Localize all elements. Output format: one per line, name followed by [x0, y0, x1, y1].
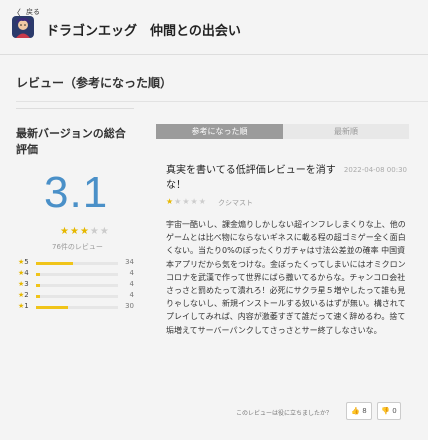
helpful-no-button[interactable]: 👎 0	[377, 402, 401, 420]
distribution-stars-value: 3	[24, 280, 29, 288]
distribution-bar-fill	[36, 284, 41, 287]
review-body: 宇宙一酷いし、課金煽りしかしない超インフレしまくりな上、他のゲームとは比べ物にな…	[166, 220, 406, 335]
distribution-count: 30	[125, 302, 134, 310]
distribution-label: ★3	[18, 280, 29, 288]
distribution-bar-track	[36, 295, 118, 298]
review-title: 真実を書いてる低評価レビューを消すな！	[166, 165, 336, 191]
review-count: 76件のレビュー	[52, 243, 103, 251]
thumbs-down-icon: 👎	[381, 407, 390, 415]
distribution-bar-track	[36, 273, 118, 276]
star-filled-icon: ★	[60, 226, 70, 237]
review-stars: ★★★★★	[166, 197, 207, 206]
section-divider	[16, 101, 428, 102]
average-score: 3.1	[44, 168, 109, 217]
distribution-bar-fill	[36, 273, 41, 276]
distribution-bar-track	[36, 306, 118, 309]
distribution-row: ★3 4	[16, 280, 134, 291]
distribution-count: 34	[125, 258, 134, 266]
distribution-bar-fill	[36, 295, 41, 298]
distribution-row: ★1 30	[16, 302, 134, 313]
helpful-yes-count: 8	[362, 407, 367, 415]
distribution-label: ★1	[18, 302, 29, 310]
distribution-stars-value: 4	[24, 269, 29, 277]
star-filled-icon: ★	[69, 226, 80, 237]
tab-latest[interactable]: 最新順	[283, 124, 409, 139]
distribution-count: 4	[129, 280, 134, 288]
section-title: レビュー（参考になった順）	[16, 76, 173, 90]
distribution-label: ★2	[18, 291, 29, 299]
average-stars: ★★★★★	[60, 226, 110, 237]
distribution-bar-track	[36, 262, 118, 265]
star-empty-icon: ★	[99, 226, 110, 237]
helpful-no-count: 0	[392, 407, 397, 415]
distribution-bar-fill	[36, 306, 68, 309]
app-icon	[12, 16, 34, 38]
distribution-row: ★5 34	[16, 258, 134, 269]
distribution-row: ★4 4	[16, 269, 134, 280]
top-bar: 〈 戻る ドラゴンエッグ 仲間との出会い	[0, 0, 428, 54]
distribution-row: ★2 4	[16, 291, 134, 302]
star-empty-icon: ★	[182, 197, 191, 206]
review-author: クシマスト	[218, 199, 253, 207]
sort-tabs: 参考になった順 最新順	[156, 124, 409, 139]
star-filled-icon: ★	[166, 197, 175, 206]
header-divider	[0, 54, 428, 55]
distribution-stars-value: 1	[24, 302, 29, 310]
tab-helpful[interactable]: 参考になった順	[156, 124, 283, 139]
thumbs-up-icon: 👍	[351, 407, 360, 415]
star-filled-icon: ★	[79, 226, 90, 237]
app-title: ドラゴンエッグ 仲間との出会い	[46, 24, 241, 39]
distribution-label: ★4	[18, 269, 29, 277]
distribution-stars-value: 2	[24, 291, 29, 299]
distribution-bar-track	[36, 284, 118, 287]
distribution-bar-fill	[36, 262, 73, 265]
star-empty-icon: ★	[190, 197, 199, 206]
distribution-count: 4	[129, 291, 134, 299]
distribution-label: ★5	[18, 258, 29, 266]
distribution-count: 4	[129, 269, 134, 277]
star-empty-icon: ★	[89, 226, 100, 237]
summary-heading: 最新バージョンの総合評価	[16, 127, 126, 156]
helpful-prompt: このレビューは役に立ちましたか？	[236, 410, 333, 417]
star-empty-icon: ★	[198, 197, 207, 206]
summary-divider	[16, 108, 134, 109]
review-date: 2022-04-08 00:30	[343, 166, 407, 174]
review-card: 真実を書いてる低評価レビューを消すな！ 2022-04-08 00:30 ★★★…	[156, 150, 409, 440]
helpful-yes-button[interactable]: 👍 8	[346, 402, 372, 420]
distribution-stars-value: 5	[24, 258, 29, 266]
